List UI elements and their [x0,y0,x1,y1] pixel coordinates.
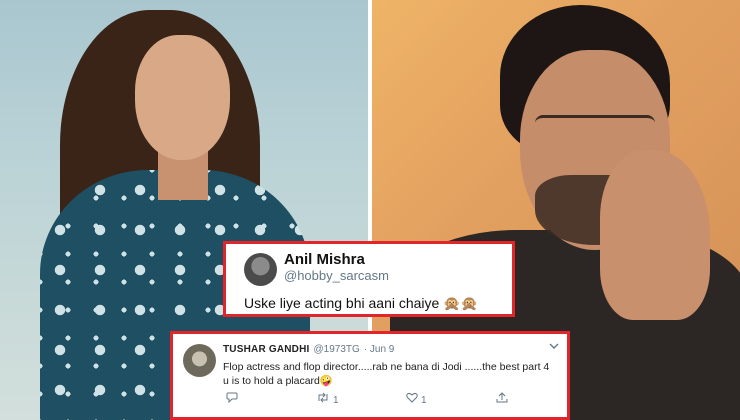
share-icon [496,392,508,406]
tweet-card-tushar-gandhi[interactable]: TUSHAR GANDHI @1973TG · Jun 9 Flop actress… [170,331,570,420]
retweet-icon [316,392,330,406]
share-button[interactable] [493,392,508,406]
avatar[interactable] [244,253,277,286]
retweet-count: 1 [333,395,339,406]
tweet-date[interactable]: · Jun 9 [364,344,395,355]
tweet-card-anil-mishra[interactable]: Anil Mishra @hobby_sarcasm Uske liye act… [223,241,515,317]
man-hand [600,150,710,320]
reply-button[interactable] [223,392,238,406]
like-icon [406,392,418,406]
man-glasses [535,115,655,140]
tweet-author-handle[interactable]: @hobby_sarcasm [284,268,389,283]
woman-face [135,35,230,160]
tweet-text: Flop actress and flop director.....rab n… [223,361,550,387]
reply-icon [226,392,238,406]
chevron-down-icon[interactable] [549,342,559,353]
avatar[interactable] [183,344,216,377]
tweet-author-name[interactable]: TUSHAR GANDHI [223,344,310,355]
like-count: 1 [421,395,427,406]
tweet-actions: 1 1 [223,392,553,406]
tweet-text: Uske liye acting bhi aani chaiye 🙊🙊 [244,295,479,311]
tweet-author-name[interactable]: Anil Mishra [284,251,365,268]
retweet-button[interactable]: 1 [313,392,339,406]
tweet-header: TUSHAR GANDHI @1973TG · Jun 9 [223,344,394,355]
tweet-author-handle[interactable]: @1973TG [314,344,360,355]
like-button[interactable]: 1 [403,392,427,406]
